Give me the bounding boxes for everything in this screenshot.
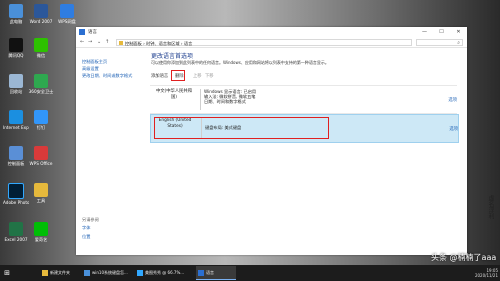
language-row-english[interactable]: English (United States) 键盘布局: 美式键盘 选项 <box>150 114 459 143</box>
page-title: 更改语言首选项 <box>151 53 194 60</box>
see-also-header: 另请参阅 <box>82 217 99 222</box>
row-divider <box>200 89 201 110</box>
back-arrow-icon[interactable]: ← <box>80 39 84 45</box>
photoshop-icon <box>8 183 24 199</box>
recent-chevron-icon[interactable]: ⌄ <box>97 39 101 45</box>
add-language-button[interactable]: 添加语言 <box>151 73 168 79</box>
desktop-icon-word[interactable]: Word 2007 <box>28 4 54 24</box>
shield-icon <box>34 74 48 88</box>
iqiyi-icon <box>34 222 48 236</box>
taskbar-item-meitu[interactable]: 美图秀秀 @ 66.7%... <box>135 266 190 280</box>
sidebar: 控制面板主页 高级设置 更改日期、时间或数字格式 <box>82 58 142 79</box>
desktop-icon-qq[interactable]: 腾讯QQ <box>3 38 29 58</box>
up-arrow-icon[interactable]: ↑ <box>105 39 109 45</box>
forward-arrow-icon[interactable]: → <box>88 39 92 45</box>
desktop-icon-iqiyi[interactable]: 爱奇艺 <box>28 222 54 242</box>
language-info: Windows 显示语言: 已启用 输入法: 微软拼音, 微软五笔 日期、时间和… <box>204 89 256 104</box>
language-app-icon <box>79 29 85 35</box>
close-button[interactable]: ✕ <box>450 27 467 37</box>
search-input[interactable]: ⌕ <box>416 39 463 46</box>
windows-start-icon[interactable]: ⊞ <box>0 265 14 281</box>
browser-icon <box>84 270 90 276</box>
folder-icon <box>34 183 48 197</box>
language-info-line: 日期、时间和数字格式 <box>204 99 246 104</box>
wps-icon <box>34 146 48 160</box>
taskbar-item-browser[interactable]: win10系统键盘怎... <box>82 266 130 280</box>
language-app-icon <box>198 270 204 276</box>
see-also-fonts-link[interactable]: 字体 <box>82 223 142 232</box>
photoshop-icon <box>137 270 143 276</box>
desktop-icon-tools[interactable]: 工具 <box>28 183 54 203</box>
language-row-chinese[interactable]: 中文(中华人民共和国) Windows 显示语言: 已启用 输入法: 微软拼音,… <box>150 85 457 114</box>
watermark-text: 头条 @楠楠了aaa <box>431 253 497 262</box>
see-also: 另请参阅 字体 位置 <box>82 216 142 241</box>
window-title: 语言 <box>88 30 97 35</box>
calligraphy-decoration: 虚名浮利 <box>487 195 494 219</box>
minimize-button[interactable]: — <box>416 27 433 37</box>
folder-icon <box>42 270 48 276</box>
desktop-icon-recycle-bin[interactable]: 回收站 <box>3 74 29 94</box>
system-clock[interactable]: 19:05 2020/11/21 <box>475 268 498 278</box>
excel-icon <box>9 222 23 236</box>
desktop-icon-this-pc[interactable]: 此电脑 <box>3 4 29 24</box>
desktop-icon-wps-drive[interactable]: WPS网盘 <box>54 4 80 24</box>
word-icon <box>34 4 48 18</box>
desktop-icon-control-panel[interactable]: 控制面板 <box>3 146 29 166</box>
taskbar: ⊞ 新建文件夹 win10系统键盘怎... 美图秀秀 @ 66.7%... 语言… <box>0 265 500 281</box>
english-row-highlight-box <box>154 117 329 139</box>
options-link[interactable]: 选项 <box>448 97 457 103</box>
language-window: 语言 — ☐ ✕ ← → ⌄ ↑ 控制面板 › 时钟、语言和区域 › 语言 ⌕ … <box>76 27 467 255</box>
see-also-location-link[interactable]: 位置 <box>82 232 142 241</box>
maximize-button[interactable]: ☐ <box>433 27 450 37</box>
sidebar-item-control-panel-home[interactable]: 控制面板主页 <box>82 58 142 65</box>
wechat-icon <box>34 38 48 52</box>
title-bar[interactable]: 语言 — ☐ ✕ <box>76 27 467 37</box>
dingtalk-icon <box>34 110 48 124</box>
delete-highlight-box <box>171 70 185 81</box>
address-bar: ← → ⌄ ↑ 控制面板 › 时钟、语言和区域 › 语言 ⌕ <box>76 38 467 48</box>
language-toolbar: 添加语言 删除 上移 下移 <box>151 70 467 81</box>
desktop-icon-wps-office[interactable]: WPS Office <box>28 146 54 166</box>
desktop-icon-ie[interactable]: Internet Explorer <box>3 110 29 130</box>
computer-icon <box>9 4 23 18</box>
language-name: 中文(中华人民共和国) <box>155 89 193 100</box>
breadcrumb-text: 控制面板 › 时钟、语言和区域 › 语言 <box>125 41 193 46</box>
desktop-icon-wechat[interactable]: 微信 <box>28 38 54 58</box>
desktop-icon-360[interactable]: 360安全卫士 <box>28 74 54 94</box>
sidebar-item-date-time-format[interactable]: 更改日期、时间或数字格式 <box>82 72 142 79</box>
search-icon: ⌕ <box>457 40 460 46</box>
desktop-icon-dingtalk[interactable]: 钉钉 <box>28 110 54 130</box>
sidebar-item-advanced-settings[interactable]: 高级设置 <box>82 65 142 72</box>
taskbar-item-language[interactable]: 语言 <box>196 266 236 280</box>
options-link[interactable]: 选项 <box>449 126 458 132</box>
move-up-button[interactable]: 上移 <box>193 73 202 79</box>
desktop-icon-photoshop[interactable]: Adobe Photosh... <box>3 183 29 205</box>
desktop-icon-excel[interactable]: Excel 2007 <box>3 222 29 242</box>
cloud-drive-icon <box>60 4 74 18</box>
control-panel-folder-icon <box>119 41 123 45</box>
breadcrumb[interactable]: 控制面板 › 时钟、语言和区域 › 语言 <box>116 39 412 46</box>
clock-date: 2020/11/21 <box>474 273 498 278</box>
taskbar-item-new-folder[interactable]: 新建文件夹 <box>40 266 80 280</box>
recycle-bin-icon <box>9 74 23 88</box>
ie-icon <box>9 110 23 124</box>
qq-icon <box>9 38 23 52</box>
control-panel-icon <box>9 146 23 160</box>
move-down-button[interactable]: 下移 <box>205 73 214 79</box>
page-description: 可以使用你添加到此列表中的任何语言。Windows、应用和网站将以列表中支持的第… <box>151 60 329 65</box>
